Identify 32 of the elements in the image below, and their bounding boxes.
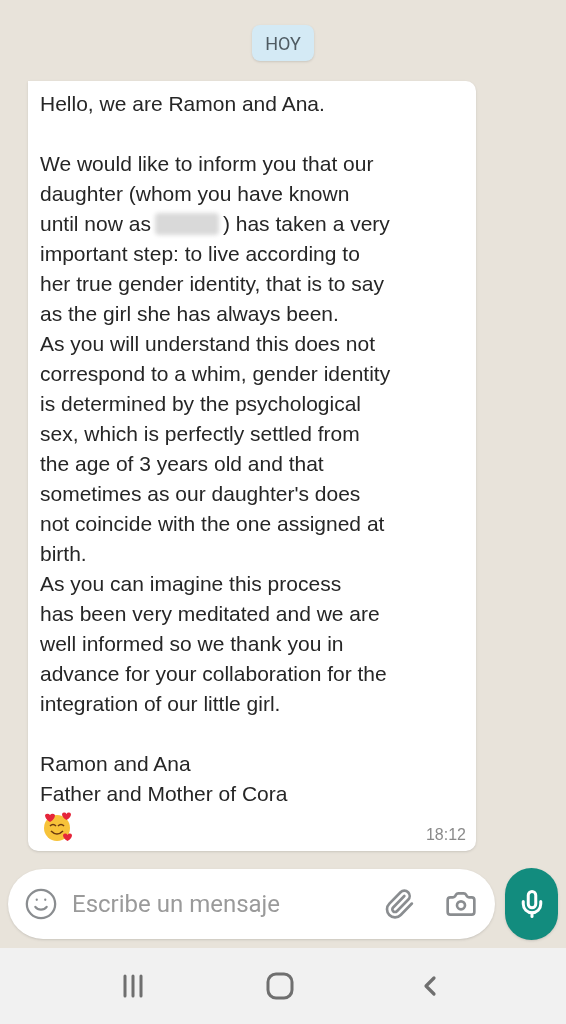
message-text: ) has taken a very: [222, 211, 390, 237]
message-line: As you will understand this does not: [40, 331, 377, 357]
message-line: We would like to inform you that our: [40, 151, 375, 177]
blurred-name: [154, 213, 219, 235]
message-line: sex, which is perfectly settled from: [40, 421, 361, 447]
message-line: as the girl she has always been.: [40, 301, 340, 327]
message-line: sometimes as our daughter's does: [40, 481, 362, 507]
message-line: has been very meditated and we are: [40, 601, 381, 627]
message-line: Hello, we are Ramon and Ana.: [40, 91, 326, 117]
message-input-bar[interactable]: Escribe un mensaje: [8, 869, 495, 939]
message-time: 18:12: [425, 825, 466, 845]
message-line: As you can imagine this process: [40, 571, 343, 597]
message-line: Ramon and Ana: [40, 751, 192, 777]
message-line: important step: to live according to: [40, 241, 361, 267]
paperclip-icon[interactable]: [383, 888, 415, 920]
message-field[interactable]: Escribe un mensaje: [72, 886, 383, 922]
emoji-icon[interactable]: [24, 887, 58, 921]
message-line: not coincide with the one assigned at: [40, 511, 386, 537]
message-line: daughter (whom you have known: [40, 181, 351, 207]
message-line: her true gender identity, that is to say: [40, 271, 385, 297]
message-line: Father and Mother of Cora: [40, 781, 289, 807]
message-line: well informed so we thank you in: [40, 631, 345, 657]
message-line: birth.: [40, 541, 88, 567]
message-line: the age of 3 years old and that: [40, 451, 325, 477]
date-chip: HOY: [252, 25, 314, 61]
message-text: until now as: [40, 211, 151, 237]
message-line: integration of our little girl.: [40, 691, 282, 717]
message-line: correspond to a whim, gender identity: [40, 361, 392, 387]
message-line: is determined by the psychological: [40, 391, 362, 417]
microphone-button[interactable]: [505, 868, 558, 940]
home-icon[interactable]: [266, 972, 294, 1000]
message-line: advance for your collaboration for the: [40, 661, 388, 687]
